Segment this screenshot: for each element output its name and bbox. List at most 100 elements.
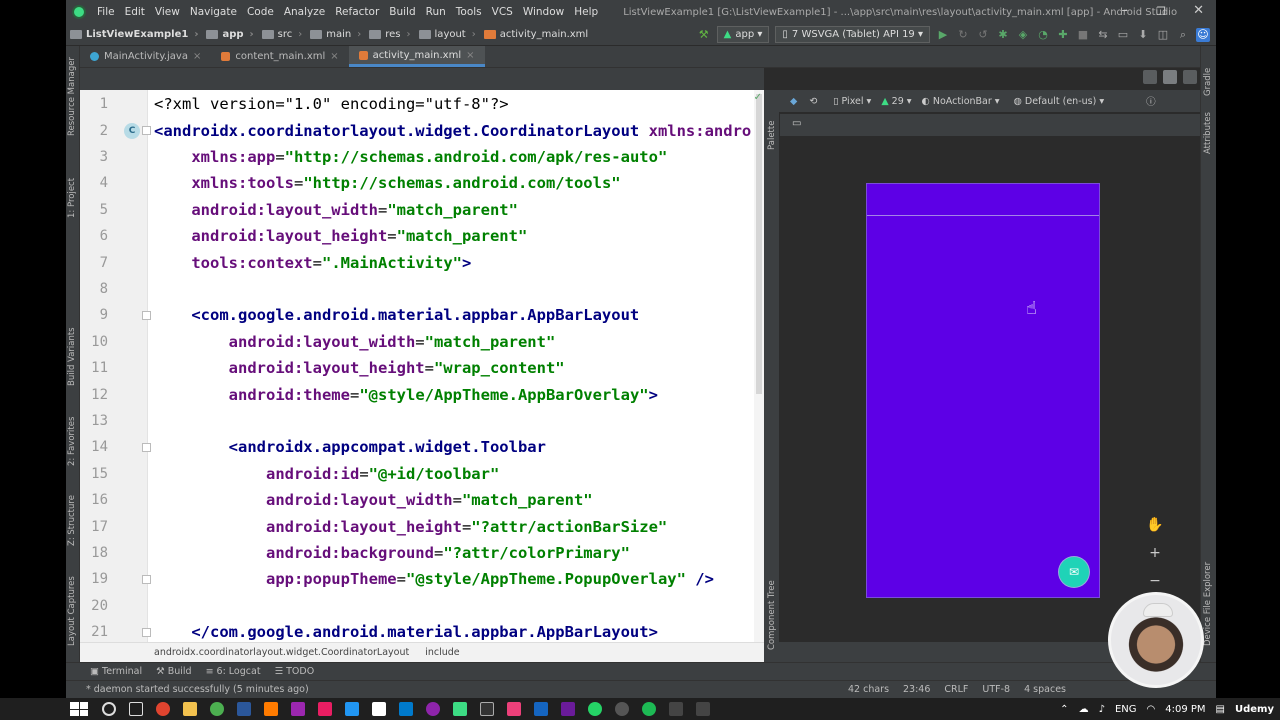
blueprint-icon[interactable]: ▭ (792, 118, 801, 129)
menu-view[interactable]: View (150, 6, 185, 18)
archive-icon[interactable] (669, 702, 683, 716)
attach-debugger-icon[interactable]: ✚ (1056, 28, 1070, 42)
spotify-icon[interactable] (642, 702, 656, 716)
pan-icon[interactable]: ✋ (1146, 516, 1164, 534)
structure-tab[interactable]: Z: Structure (67, 495, 77, 546)
phone-preview[interactable]: ✉ (866, 183, 1100, 598)
menu-help[interactable]: Help (569, 6, 603, 18)
design-view-button[interactable] (1183, 70, 1197, 84)
fold-icon[interactable] (142, 627, 151, 637)
device-select[interactable]: ▯ 7 WSVGA (Tablet) API 19 ▾ (775, 26, 930, 43)
menu-file[interactable]: File (92, 6, 120, 18)
task-view-icon[interactable] (129, 702, 143, 716)
code-view-button[interactable] (1143, 70, 1157, 84)
breadcrumb-file[interactable]: activity_main.xml (480, 29, 592, 40)
fold-icon[interactable] (142, 574, 151, 584)
fold-icon[interactable] (142, 442, 151, 452)
class-gutter-icon[interactable]: C (124, 122, 140, 139)
sdk-manager-icon[interactable]: ⬇ (1136, 28, 1150, 42)
run-config-select[interactable]: ▲ app ▾ (716, 26, 770, 43)
minimize-button[interactable]: – (1122, 3, 1129, 18)
tab-activity-main-xml[interactable]: activity_main.xml × (348, 46, 485, 67)
terminal-icon[interactable] (480, 702, 494, 716)
build-tab[interactable]: ⚒ Build (156, 666, 191, 677)
menu-run[interactable]: Run (421, 6, 451, 18)
restore-button[interactable]: ❐ (1156, 5, 1166, 18)
device-file-explorer-tab[interactable]: Device File Explorer (1203, 562, 1213, 646)
todo-tab[interactable]: ☰ TODO (275, 666, 315, 677)
orientation-icon[interactable]: ⟲ (809, 96, 817, 107)
menu-refactor[interactable]: Refactor (330, 6, 384, 18)
resource-manager-tab[interactable]: Resource Manager (67, 57, 77, 136)
figma-icon[interactable] (318, 702, 332, 716)
code-line[interactable]: 3 xmlns:app="http://schemas.android.com/… (80, 144, 764, 170)
breadcrumb-res[interactable]: res › (365, 29, 414, 40)
device-dropdown[interactable]: ▯ Pixel ▾ (833, 96, 871, 107)
menu-tools[interactable]: Tools (451, 6, 487, 18)
xml-breadcrumb-root[interactable]: androidx.coordinatorlayout.widget.Coordi… (154, 647, 409, 658)
code-line[interactable]: 13 (80, 408, 764, 434)
terminal-tab[interactable]: ▣ Terminal (90, 666, 142, 677)
code-line[interactable]: 4 xmlns:tools="http://schemas.android.co… (80, 170, 764, 196)
code-line[interactable]: 16 android:layout_width="match_parent" (80, 487, 764, 513)
avd-manager-icon[interactable]: ▭ (1116, 28, 1130, 42)
project-tab[interactable]: 1: Project (67, 178, 77, 218)
code-line[interactable]: 17 android:layout_height="?attr/actionBa… (80, 513, 764, 539)
search-icon[interactable] (102, 702, 116, 716)
menu-vcs[interactable]: VCS (487, 6, 518, 18)
whatsapp-icon[interactable] (588, 702, 602, 716)
tray-expand-icon[interactable]: ⌃ (1060, 704, 1068, 715)
wifi-icon[interactable]: ◠ (1147, 704, 1156, 715)
photoshop-icon[interactable] (237, 702, 251, 716)
language-indicator[interactable]: ENG (1115, 704, 1137, 715)
android-studio-taskbar-icon[interactable] (453, 702, 467, 716)
close-window-button[interactable]: ✕ (1193, 3, 1204, 18)
component-tree-tab[interactable]: Component Tree (767, 580, 777, 650)
notification-icon[interactable]: ▤ (1216, 704, 1225, 715)
obs-icon[interactable] (426, 702, 440, 716)
code-line[interactable]: 21 </com.google.android.material.appbar.… (80, 619, 764, 642)
debug-icon[interactable]: ✱ (996, 28, 1010, 42)
paint-icon[interactable] (507, 702, 521, 716)
volume-icon[interactable]: ♪ (1099, 704, 1105, 715)
editor-scroll-thumb[interactable] (756, 94, 762, 394)
notepad-icon[interactable] (372, 702, 386, 716)
theme-dropdown[interactable]: ◐ NoActionBar ▾ (922, 96, 1000, 107)
code-line[interactable]: 9 <com.google.android.material.appbar.Ap… (80, 302, 764, 328)
search-icon[interactable]: ⌕ (1176, 28, 1190, 42)
sync-icon[interactable]: ⇆ (1096, 28, 1110, 42)
code-line[interactable]: 19 app:popupTheme="@style/AppTheme.Popup… (80, 566, 764, 592)
menu-analyze[interactable]: Analyze (279, 6, 330, 18)
split-view-button[interactable] (1163, 70, 1177, 84)
code-line[interactable]: 14 <androidx.appcompat.widget.Toolbar (80, 434, 764, 460)
zoom-in-icon[interactable]: + (1146, 544, 1164, 562)
code-line[interactable]: 18 android:background="?attr/colorPrimar… (80, 540, 764, 566)
code-line[interactable]: 6 android:layout_height="match_parent" (80, 223, 764, 249)
menu-window[interactable]: Window (518, 6, 569, 18)
network-icon[interactable]: ☁ (1079, 704, 1089, 715)
inspection-ok-icon[interactable]: ✓ (754, 92, 762, 103)
account-icon[interactable]: ☺ (1196, 27, 1210, 42)
favorites-tab[interactable]: 2: Favorites (67, 417, 77, 466)
clock[interactable]: 4:09 PM (1165, 704, 1205, 715)
breadcrumb-main[interactable]: main › (306, 29, 365, 40)
layout-inspector-icon[interactable]: ◫ (1156, 28, 1170, 42)
hammer-icon[interactable]: ⚒ (697, 28, 711, 42)
gradle-tab[interactable]: Gradle (1203, 68, 1213, 96)
fold-icon[interactable] (142, 310, 151, 320)
breadcrumb-app[interactable]: app › (202, 29, 257, 40)
logcat-tab[interactable]: ≡ 6: Logcat (206, 666, 261, 677)
xd-icon[interactable] (291, 702, 305, 716)
layout-captures-tab[interactable]: Layout Captures (67, 576, 77, 646)
palette-tab[interactable]: Palette (767, 121, 777, 150)
menu-code[interactable]: Code (242, 6, 279, 18)
menu-navigate[interactable]: Navigate (185, 6, 242, 18)
editor-scrollbar[interactable] (754, 90, 764, 642)
breadcrumb-project[interactable]: ListViewExample1 › (66, 29, 202, 40)
code-line[interactable]: 15 android:id="@+id/toolbar" (80, 461, 764, 487)
chrome-icon[interactable] (210, 702, 224, 716)
profile-icon[interactable]: ◔ (1036, 28, 1050, 42)
apply-changes-icon[interactable]: ↻ (956, 28, 970, 42)
camera-icon[interactable] (615, 702, 629, 716)
run-icon[interactable]: ▶ (936, 28, 950, 42)
